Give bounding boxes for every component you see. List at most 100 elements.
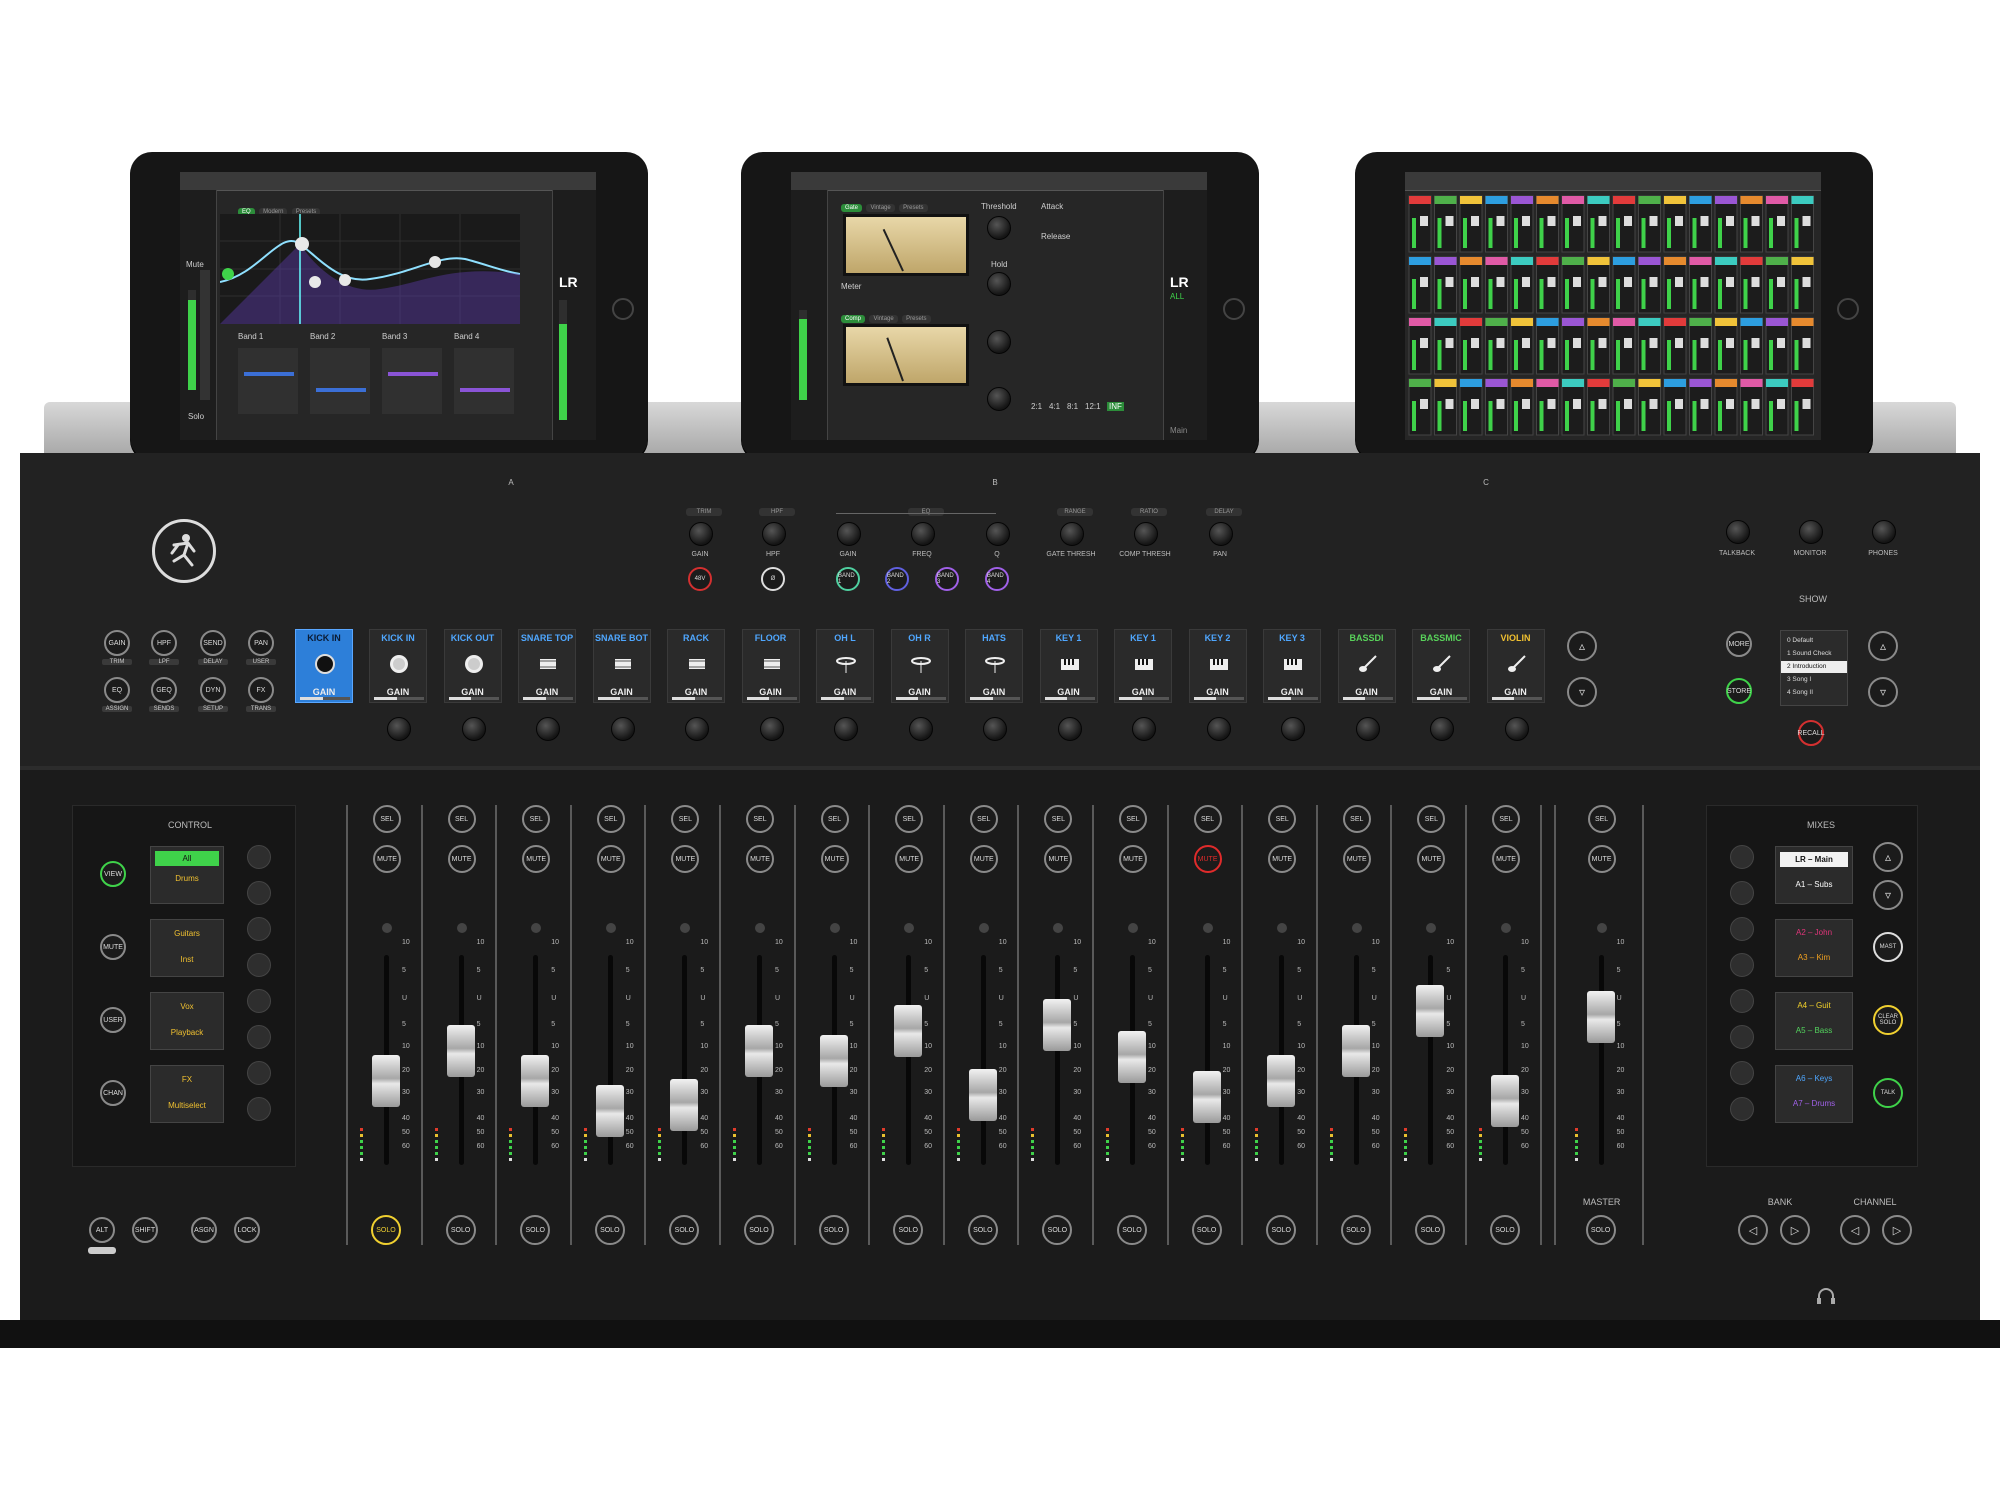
- eq-screen[interactable]: Mute Solo EQ Modern Presets Band 1 Band …: [180, 172, 596, 440]
- mute-button[interactable]: MUTE: [1492, 845, 1520, 873]
- sel-button[interactable]: SEL: [746, 805, 774, 833]
- control-group-button[interactable]: Vox Playback: [150, 992, 224, 1050]
- function-button[interactable]: 48V: [688, 567, 712, 591]
- channel-display-15[interactable]: BASSDI GAIN: [1337, 629, 1396, 703]
- sel-button[interactable]: SEL: [820, 805, 849, 833]
- fader-cap[interactable]: [968, 1069, 997, 1121]
- sel-button[interactable]: SEL: [1268, 805, 1297, 833]
- clear-solo-button[interactable]: CLEAR SOLO: [1873, 1005, 1903, 1035]
- talk-button[interactable]: TALK: [1873, 1078, 1903, 1108]
- fader-cap[interactable]: [595, 1085, 624, 1137]
- channel-encoder-knob[interactable]: [610, 717, 635, 741]
- sel-button[interactable]: SEL: [969, 805, 998, 833]
- channel-display-16[interactable]: BASSMIC GAIN: [1412, 629, 1470, 703]
- mode-button-dyn[interactable]: DYN: [200, 677, 226, 703]
- mix-select-button[interactable]: [1730, 917, 1754, 941]
- monitor-knob[interactable]: [1726, 520, 1750, 544]
- channel-encoder-knob[interactable]: [1430, 717, 1454, 741]
- mute-button[interactable]: MUTE: [1342, 845, 1371, 873]
- function-button[interactable]: Ø: [761, 567, 785, 591]
- fader-cap[interactable]: [1341, 1025, 1370, 1077]
- monitor-knob[interactable]: [1799, 520, 1823, 544]
- control-chan-button[interactable]: CHAN: [100, 1080, 126, 1106]
- channel-encoder-knob[interactable]: [983, 717, 1007, 741]
- eq-curve-graph[interactable]: [220, 214, 520, 324]
- sel-button[interactable]: SEL: [447, 805, 476, 833]
- mix-group-button[interactable]: A6 – Keys A7 – Drums: [1775, 1065, 1853, 1123]
- control-side-button[interactable]: [247, 917, 271, 941]
- fader-cap[interactable]: [819, 1035, 848, 1087]
- comp-model-select[interactable]: Vintage: [869, 315, 898, 323]
- comp-gain-knob[interactable]: [987, 387, 1011, 411]
- monitor-knob[interactable]: [1872, 520, 1896, 544]
- gate-presets-button[interactable]: Presets: [899, 204, 928, 212]
- gate-model-select[interactable]: Vintage: [866, 204, 895, 212]
- show-list-item[interactable]: 2 Introduction: [1781, 661, 1847, 673]
- channel-encoder-knob[interactable]: [1281, 717, 1305, 741]
- mute-button[interactable]: MUTE: [1587, 845, 1616, 873]
- channel-strip-knob[interactable]: [1060, 522, 1084, 546]
- channel-strip-knob[interactable]: [986, 522, 1010, 546]
- bank-right-button[interactable]: ▷: [1780, 1215, 1810, 1245]
- mode-button-hpf[interactable]: HPF: [151, 630, 177, 656]
- channel-display-6[interactable]: RACK GAIN: [667, 629, 725, 703]
- channel-strip-knob[interactable]: [762, 522, 786, 546]
- solo-button[interactable]: SOLO: [1490, 1215, 1520, 1245]
- control-side-button[interactable]: [247, 881, 271, 905]
- sel-button[interactable]: SEL: [671, 805, 700, 833]
- tablet-home-button[interactable]: [1223, 298, 1245, 320]
- channel-encoder-knob[interactable]: [461, 717, 486, 741]
- mixer-overview-screen[interactable]: [1405, 172, 1821, 440]
- solo-button[interactable]: SOLO: [520, 1215, 551, 1245]
- solo-button[interactable]: SOLO: [1415, 1215, 1446, 1245]
- channel-display-7[interactable]: FLOOR GAIN: [741, 629, 800, 703]
- mix-group-button[interactable]: A2 – John A3 – Kim: [1775, 919, 1853, 977]
- show-list[interactable]: 0 Default 1 Sound Check 2 Introduction 3 So…: [1780, 630, 1848, 706]
- fader-cap[interactable]: [670, 1079, 699, 1131]
- mix-select-button[interactable]: [1730, 1061, 1754, 1085]
- mute-button[interactable]: MUTE: [895, 845, 924, 873]
- mix-select-button[interactable]: [1730, 1025, 1754, 1049]
- control-mute-button[interactable]: MUTE: [100, 934, 126, 960]
- solo-button[interactable]: SOLO: [1340, 1215, 1371, 1245]
- alt-button[interactable]: ALT: [89, 1217, 115, 1243]
- mute-button[interactable]: MUTE: [596, 845, 625, 873]
- comp-presets-button[interactable]: Presets: [902, 315, 931, 323]
- ratio-8-1[interactable]: 8:1: [1067, 402, 1078, 411]
- function-button[interactable]: BAND 4: [985, 567, 1009, 591]
- sel-button[interactable]: SEL: [1044, 805, 1073, 833]
- solo-button[interactable]: SOLO: [669, 1215, 700, 1245]
- channel-encoder-knob[interactable]: [908, 717, 933, 741]
- sel-button[interactable]: SEL: [1193, 805, 1222, 833]
- channel-encoder-knob[interactable]: [685, 717, 709, 741]
- fader-cap[interactable]: [446, 1025, 475, 1077]
- gate-tab-button[interactable]: Gate: [841, 204, 863, 212]
- fader-cap[interactable]: [894, 1005, 923, 1057]
- sel-button[interactable]: SEL: [1119, 805, 1147, 833]
- solo-button[interactable]: SOLO: [371, 1215, 401, 1245]
- mute-button[interactable]: MUTE: [522, 845, 551, 873]
- tablet-home-button[interactable]: [1837, 298, 1859, 320]
- mute-button[interactable]: MUTE: [671, 845, 700, 873]
- solo-button[interactable]: SOLO: [744, 1215, 774, 1245]
- mute-button[interactable]: MUTE: [969, 845, 998, 873]
- channel-strip-knob[interactable]: [911, 522, 935, 546]
- channel-encoder-knob[interactable]: [1355, 717, 1380, 741]
- sel-button[interactable]: SEL: [1492, 805, 1520, 833]
- solo-button[interactable]: SOLO: [1585, 1215, 1616, 1245]
- channel-display-4[interactable]: SNARE TOP GAIN: [518, 629, 576, 703]
- channel-strip-knob[interactable]: [1209, 522, 1233, 546]
- more-button[interactable]: MORE: [1726, 631, 1752, 657]
- show-list-item[interactable]: 3 Song I: [1781, 674, 1847, 686]
- mix-group-button[interactable]: A4 – Guit A5 – Bass: [1775, 992, 1853, 1050]
- control-group-button[interactable]: Guitars Inst: [150, 919, 224, 977]
- ratio-inf[interactable]: INF: [1107, 402, 1124, 411]
- mix-select-button[interactable]: [1730, 845, 1754, 869]
- channel-right-button[interactable]: ▷: [1882, 1215, 1912, 1245]
- channel-encoder-knob[interactable]: [536, 717, 560, 741]
- channel-display-13[interactable]: KEY 2 GAIN: [1188, 629, 1247, 703]
- eq-mute-label[interactable]: Mute: [186, 260, 204, 269]
- fader-cap[interactable]: [1491, 1075, 1519, 1127]
- channel-grid[interactable]: [1405, 192, 1821, 440]
- mast-button[interactable]: MAST: [1873, 932, 1903, 962]
